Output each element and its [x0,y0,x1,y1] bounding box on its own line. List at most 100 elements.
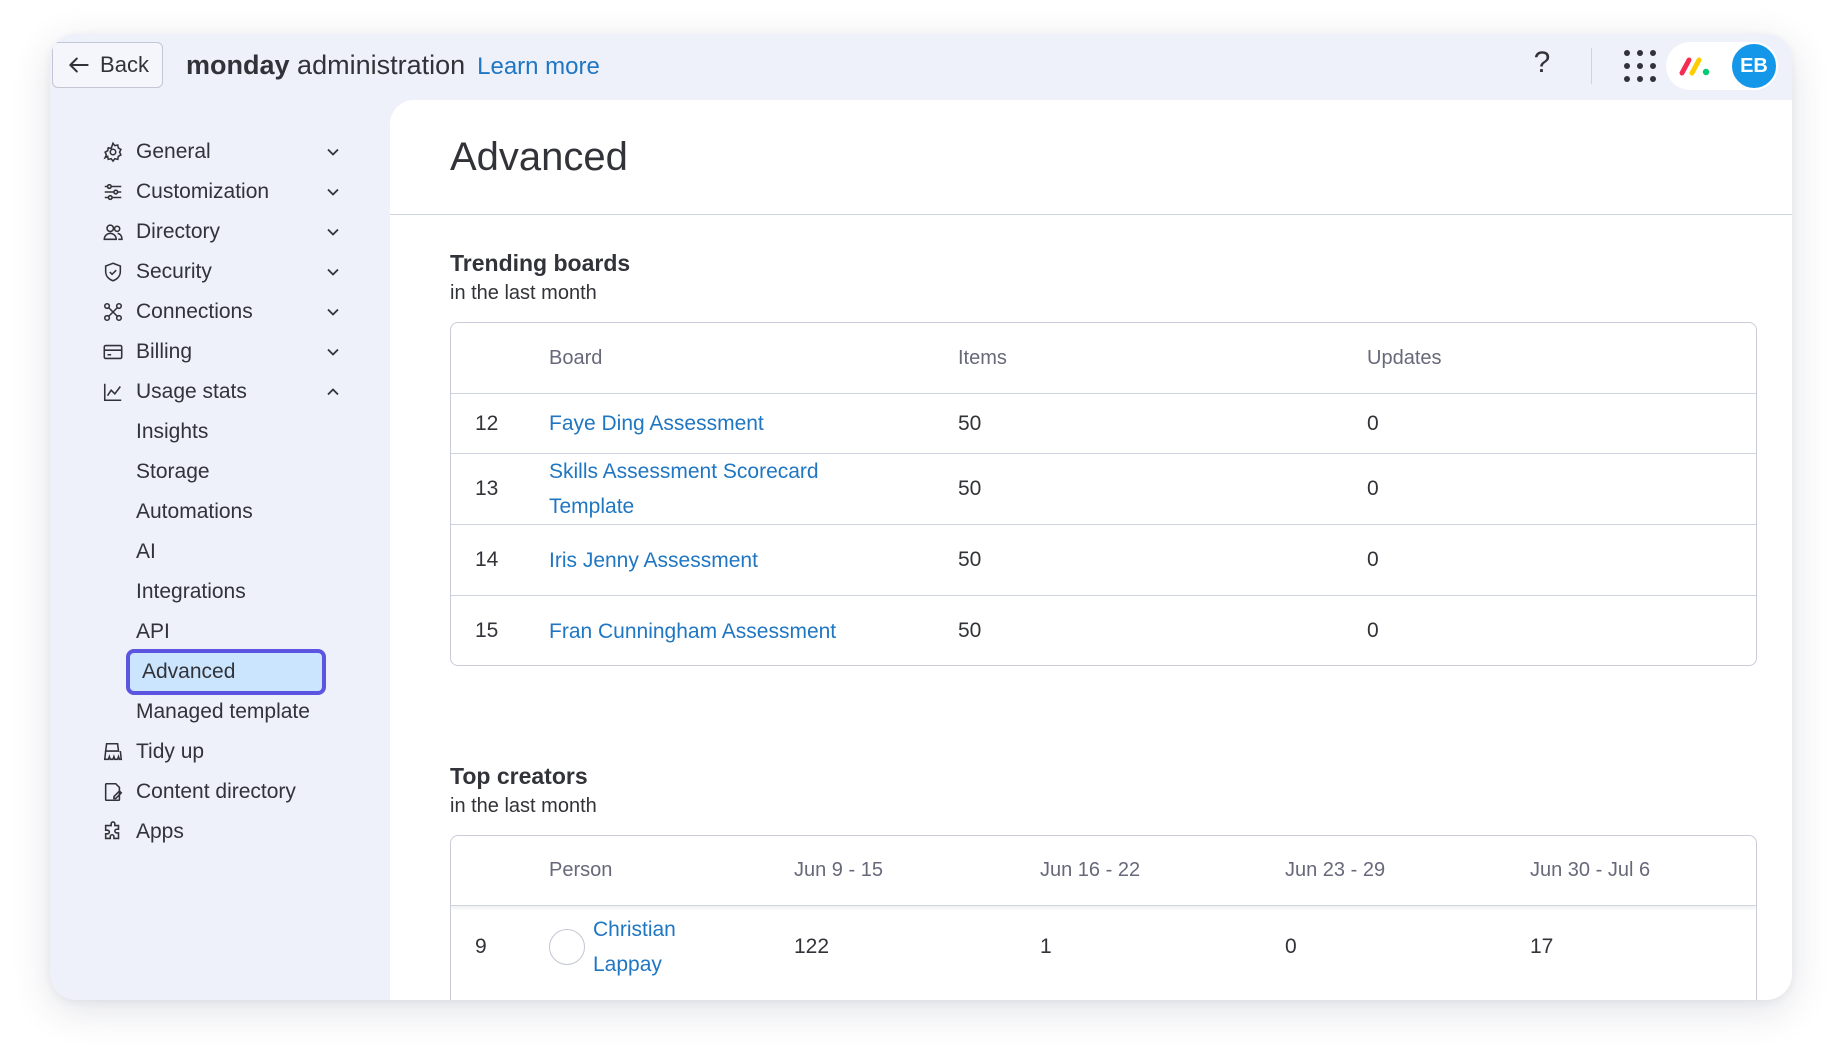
person-link[interactable]: Christian Lappay [593,912,703,982]
brand-name: monday [186,50,290,80]
trending-boards-title: Trending boards [450,250,631,276]
table-row: 15 Fran Cunningham Assessment 50 0 [451,595,1756,665]
sidebar-sub-insights[interactable]: Insights [136,412,376,452]
top-creators-subtitle: in the last month [450,795,597,817]
chevron-down-icon [324,343,342,361]
sidebar-item-label: Directory [136,220,221,243]
table-header: Board Items Updates [451,323,1756,393]
shield-icon [102,261,124,283]
board-link[interactable]: Skills Assessment Scorecard Template [549,454,879,524]
main-content: Advanced Trending boards in the last mon… [390,100,1792,1000]
board-link[interactable]: Iris Jenny Assessment [549,525,758,595]
connections-icon [102,301,124,323]
chevron-down-icon [324,303,342,321]
app-title-text: administration [297,50,466,80]
sidebar-item-connections[interactable]: Connections [102,292,342,332]
top-bar: Back monday administration Learn more ? … [50,34,1792,100]
table-row: 12 Faye Ding Assessment 50 0 [451,393,1756,453]
person-avatar [549,929,585,965]
sidebar-item-directory[interactable]: Directory [102,212,342,252]
week-1-cell: 122 [794,935,830,958]
column-header: Jun 30 - Jul 6 [1530,859,1651,881]
content-directory-icon [102,781,124,803]
rank-cell: 12 [475,411,499,435]
sidebar-item-label: Security [136,260,212,283]
board-link[interactable]: Faye Ding Assessment [549,394,764,453]
sidebar-item-label: Connections [136,300,253,323]
broom-icon [102,741,124,763]
sidebar-sub-advanced[interactable]: Advanced [126,649,326,695]
back-button[interactable]: Back [52,42,163,88]
sidebar-item-customization[interactable]: Customization [102,172,342,212]
column-header: Jun 23 - 29 [1285,859,1386,881]
sidebar-item-tidy-up[interactable]: Tidy up [102,732,342,772]
gear-icon [102,141,124,163]
account-area[interactable]: EB [1666,42,1778,90]
app-grid-icon[interactable] [1624,50,1656,82]
column-header: Jun 9 - 15 [794,859,883,881]
sidebar-item-billing[interactable]: Billing [102,332,342,372]
sidebar-item-label: Apps [136,820,184,843]
sidebar-sub-api[interactable]: API [136,612,376,652]
week-4-cell: 17 [1530,935,1554,958]
sidebar-item-label: Usage stats [136,380,247,403]
table-row: 13 Skills Assessment Scorecard Template … [451,453,1756,524]
sidebar-item-label: Billing [136,340,193,363]
updates-cell: 0 [1367,477,1379,500]
sidebar-sub-automations[interactable]: Automations [136,492,376,532]
sidebar-item-security[interactable]: Security [102,252,342,292]
puzzle-icon [102,821,124,843]
updates-cell: 0 [1367,548,1379,571]
person-cell: Christian Lappay [549,910,703,984]
sidebar-item-usage-stats[interactable]: Usage stats [102,372,342,412]
chevron-down-icon [324,183,342,201]
back-label: Back [100,52,149,77]
column-header: Board [549,346,603,369]
column-header: Jun 16 - 22 [1040,859,1141,881]
sidebar-sub-ai[interactable]: AI [136,532,376,572]
help-icon[interactable]: ? [1527,46,1557,80]
sidebar-item-label: Content directory [136,780,296,803]
sidebar-item-label: Tidy up [136,740,205,763]
chevron-down-icon [324,223,342,241]
board-link[interactable]: Fran Cunningham Assessment [549,596,836,665]
sidebar-sub-managed-template[interactable]: Managed template [136,692,376,732]
sidebar-item-apps[interactable]: Apps [102,812,342,852]
sidebar-item-content-directory[interactable]: Content directory [102,772,342,812]
chevron-down-icon [324,263,342,281]
items-cell: 50 [958,411,982,435]
chevron-down-icon [324,143,342,161]
app-title: monday administration Learn more [186,50,600,81]
trending-boards-subtitle: in the last month [450,282,597,304]
week-2-cell: 1 [1040,935,1052,958]
user-avatar[interactable]: EB [1730,42,1778,90]
rank-cell: 9 [475,935,487,958]
learn-more-link[interactable]: Learn more [477,53,600,81]
trending-boards-table: Board Items Updates 12 Faye Ding Assessm… [450,322,1757,666]
table-header: Person Jun 9 - 15 Jun 16 - 22 Jun 23 - 2… [451,836,1756,906]
chart-icon [102,381,124,403]
items-cell: 50 [958,477,982,500]
updates-cell: 0 [1367,411,1379,435]
sliders-icon [102,181,124,203]
rank-cell: 14 [475,548,499,571]
column-header: Updates [1367,346,1442,369]
monday-logo-icon [1679,57,1710,76]
chevron-up-icon [324,383,342,401]
sidebar-sub-storage[interactable]: Storage [136,452,376,492]
items-cell: 50 [958,548,982,571]
column-header: Items [958,346,1007,369]
top-creators-table: Person Jun 9 - 15 Jun 16 - 22 Jun 23 - 2… [450,835,1757,1000]
top-creators-title: Top creators [450,763,588,789]
table-row: 14 Iris Jenny Assessment 50 0 [451,524,1756,595]
arrow-left-icon [69,57,89,73]
rank-cell: 13 [475,477,499,500]
topbar-divider [1591,48,1592,84]
week-3-cell: 0 [1285,935,1297,958]
title-divider [390,214,1792,215]
sidebar-sub-integrations[interactable]: Integrations [136,572,376,612]
sidebar-item-general[interactable]: General [102,132,342,172]
credit-card-icon [102,341,124,363]
page-title: Advanced [450,135,628,179]
admin-window: Back monday administration Learn more ? … [50,34,1792,1000]
